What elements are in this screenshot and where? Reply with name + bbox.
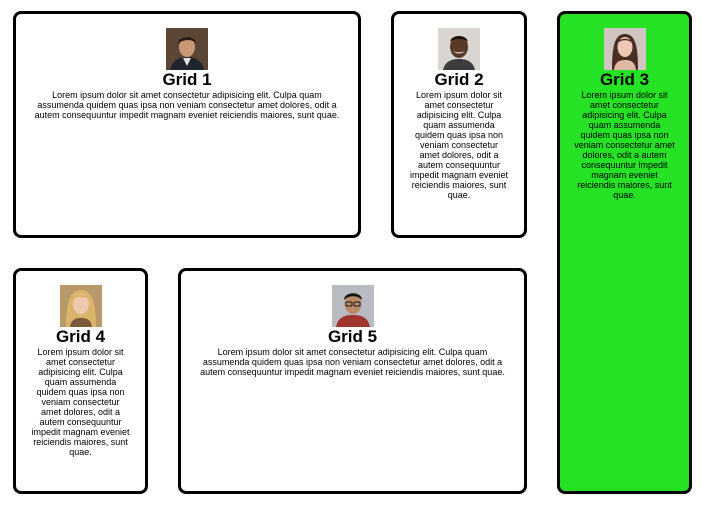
card-text: Lorem ipsum dolor sit amet consectetur a… [574, 90, 675, 200]
avatar-man-suit-icon [166, 28, 208, 70]
card-title: Grid 2 [434, 70, 484, 89]
avatar-man-glasses-icon [331, 285, 374, 327]
grid-card-5: Grid 5 Lorem ipsum dolor sit amet consec… [178, 268, 527, 494]
card-title: Grid 1 [162, 70, 212, 89]
grid-card-3: Grid 3 Lorem ipsum dolor sit amet consec… [557, 11, 692, 494]
avatar-woman-blonde-icon [59, 285, 102, 327]
grid-card-4: Grid 4 Lorem ipsum dolor sit amet consec… [13, 268, 148, 494]
avatar-woman-dark-hair-icon [603, 28, 646, 70]
grid-card-1: Grid 1 Lorem ipsum dolor sit amet consec… [13, 11, 361, 238]
grid-card-2: Grid 2 Lorem ipsum dolor sit amet consec… [391, 11, 527, 238]
card-text: Lorem ipsum dolor sit amet consectetur a… [200, 347, 505, 377]
card-text: Lorem ipsum dolor sit amet consectetur a… [31, 347, 130, 457]
card-title: Grid 4 [55, 327, 106, 346]
card-text: Lorem ipsum dolor sit amet consectetur a… [34, 90, 340, 120]
card-title: Grid 3 [599, 70, 650, 89]
avatar-man-smiling-icon [438, 28, 480, 70]
card-text: Lorem ipsum dolor sit amet consectetur a… [409, 90, 509, 200]
card-title: Grid 5 [327, 327, 378, 346]
